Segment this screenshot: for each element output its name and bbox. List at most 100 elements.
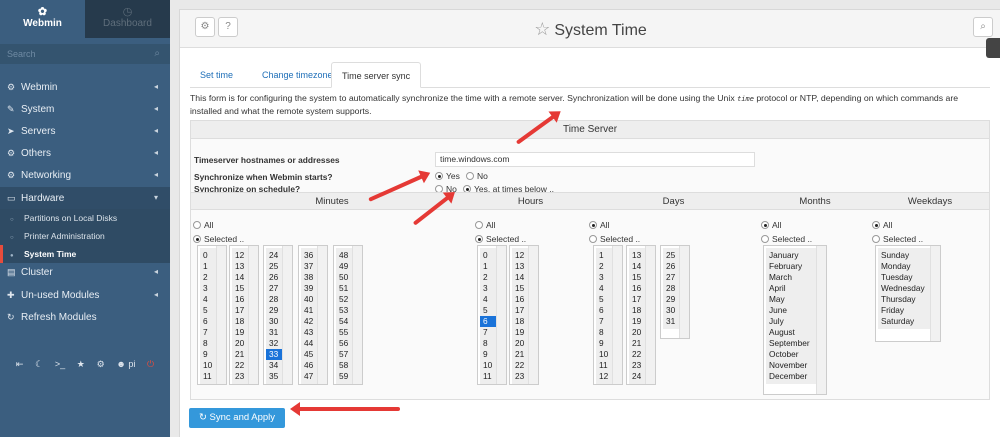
chevron-icon: ◂ [153, 290, 158, 299]
chevron-icon: ◂ [153, 170, 158, 179]
months-list[interactable]: January February March April May June July Augu… [763, 245, 827, 395]
nav-unused-modules[interactable]: ✚ Un-used Modules ◂ [0, 284, 170, 306]
star-icon[interactable]: ☆ [534, 19, 550, 39]
radio-icon [193, 221, 201, 229]
radio-label: Selected .. [600, 234, 641, 244]
days-list[interactable]: 25 26 27 28 29 30 31 [660, 245, 690, 339]
nav-servers[interactable]: ➤ Servers ◂ [0, 120, 170, 142]
scrollbar[interactable] [645, 246, 655, 384]
logout-icon[interactable]: ⏻ [147, 359, 154, 370]
radio-icon [761, 235, 769, 243]
months-all-radio[interactable]: All [761, 220, 781, 230]
days-selected-radio[interactable]: Selected .. [589, 234, 640, 244]
scrollbar[interactable] [352, 246, 362, 384]
settings-icon[interactable]: ⚙ [97, 359, 105, 370]
radio-icon [872, 235, 880, 243]
sync-start-yes-radio[interactable]: Yes [435, 171, 460, 181]
minutes-list[interactable]: 24 25 26 27 28 29 30 31 32 33 34 35 [263, 245, 293, 385]
days-list[interactable]: 1 2 3 4 5 6 7 8 9 10 11 12 [593, 245, 623, 385]
nav-others[interactable]: ⚙ Others ◂ [0, 142, 170, 164]
scrollbar[interactable] [612, 246, 622, 384]
scrollbar[interactable] [528, 246, 538, 384]
radio-label: Selected .. [883, 234, 924, 244]
nav-hardware[interactable]: ▭ Hardware ▾ [0, 187, 170, 209]
dashboard-tab[interactable]: ◷ Dashboard [85, 0, 170, 38]
sync-start-no-radio[interactable]: No [466, 171, 488, 181]
nav-refresh-modules[interactable]: ↻ Refresh Modules [0, 306, 170, 328]
weekdays-header: Weekdays [871, 192, 989, 210]
minutes-list[interactable]: 48 49 50 51 52 53 54 55 56 57 58 59 [333, 245, 363, 385]
nav-cluster[interactable]: ▤ Cluster ◂ [0, 261, 170, 283]
radio-label: All [486, 220, 496, 230]
terminal-icon[interactable]: >_ [55, 359, 65, 369]
tab-change-timezone[interactable]: Change timezone [252, 62, 343, 88]
minutes-list[interactable]: 36 37 38 39 40 41 42 43 44 45 46 47 [298, 245, 328, 385]
months-header: Months [759, 192, 871, 210]
scrollbar[interactable] [216, 246, 226, 384]
nav-networking[interactable]: ⚙ Networking ◂ [0, 164, 170, 186]
search-icon: ⌕ [980, 21, 986, 32]
hours-list[interactable]: 0 1 2 3 4 5 6 7 8 9 10 11 [477, 245, 507, 385]
sub-label: Printer Administration [24, 231, 105, 241]
months-selected-radio[interactable]: Selected .. [761, 234, 812, 244]
days-all-radio[interactable]: All [589, 220, 609, 230]
weekdays-selected-radio[interactable]: Selected .. [872, 234, 923, 244]
chevron-icon: ◂ [153, 148, 158, 157]
star-icon[interactable]: ★ [77, 359, 85, 370]
nav-label: System [21, 104, 55, 115]
scrollbar[interactable] [317, 246, 327, 384]
hours-all-radio[interactable]: All [475, 220, 495, 230]
hours-selected-radio[interactable]: Selected .. [475, 234, 526, 244]
scrollbar[interactable] [930, 246, 940, 341]
timeserver-input[interactable]: time.windows.com [435, 152, 755, 167]
radio-label: All [772, 220, 782, 230]
collapse-icon[interactable]: ⇤ [16, 359, 24, 370]
radio-checked-icon [872, 221, 880, 229]
radio-icon [475, 221, 483, 229]
user-link[interactable]: ☻ pi [116, 359, 135, 369]
weekdays-list[interactable]: Sunday Monday Tuesday Wednesday Thursday Frid… [875, 245, 941, 342]
tab-time-server-sync[interactable]: Time server sync [331, 62, 422, 88]
intro-part: This form is for configuring the system … [190, 93, 738, 103]
radio-label: All [600, 220, 610, 230]
gear-icon: ⚙ [7, 148, 16, 158]
sync-start-label: Synchronize when Webmin starts? [194, 172, 333, 182]
scrollbar[interactable] [282, 246, 292, 384]
webmin-tab[interactable]: ✿ Webmin [0, 0, 85, 38]
minutes-list[interactable]: 12 13 14 15 16 17 18 19 20 21 22 23 [229, 245, 259, 385]
main-panel: ⚙ ? ☆ System Time ⌕ Set time Change timez… [179, 9, 1000, 437]
nav-system[interactable]: ✎ System ◂ [0, 98, 170, 120]
weekdays-all-radio[interactable]: All [872, 220, 892, 230]
webmin-logo-icon: ✿ [37, 6, 48, 18]
nav-webmin[interactable]: ⚙ Webmin ◂ [0, 76, 170, 98]
minutes-selected-radio[interactable]: Selected .. [193, 234, 244, 244]
chevron-icon: ◂ [153, 104, 158, 113]
sidebar-item-printer[interactable]: ○ Printer Administration [0, 227, 170, 245]
radio-checked-icon [589, 221, 597, 229]
tab-bar: Set time Change timezone Time server syn… [190, 62, 990, 88]
radio-label: Yes [446, 171, 460, 181]
chat-toggle-icon[interactable] [986, 38, 1000, 58]
sidebar-item-partitions[interactable]: ○ Partitions on Local Disks [0, 209, 170, 227]
tab-set-time[interactable]: Set time [190, 62, 243, 88]
scrollbar[interactable] [248, 246, 258, 384]
wrench-icon: ✎ [7, 104, 15, 114]
moon-icon[interactable]: ☾ [35, 359, 43, 370]
minutes-list[interactable]: 0 1 2 3 4 5 6 7 8 9 10 11 [197, 245, 227, 385]
scrollbar[interactable] [679, 246, 689, 338]
radio-icon [589, 235, 597, 243]
sync-and-apply-button[interactable]: ↻ Sync and Apply [189, 408, 285, 428]
nav-label: Networking [21, 170, 72, 181]
search-placeholder: Search [7, 49, 36, 59]
days-list[interactable]: 13 14 15 16 17 18 19 20 21 22 23 24 [626, 245, 656, 385]
rocket-icon: ➤ [7, 126, 15, 136]
radio-label: Selected .. [772, 234, 813, 244]
sidebar-search-input[interactable]: Search ⌕ [0, 44, 170, 64]
minutes-all-radio[interactable]: All [193, 220, 213, 230]
user-name: pi [128, 359, 136, 369]
scrollbar[interactable] [816, 246, 826, 394]
dashboard-icon: ◷ [122, 6, 133, 18]
hours-list[interactable]: 12 13 14 15 16 17 18 19 20 21 22 23 [509, 245, 539, 385]
search-button[interactable]: ⌕ [973, 17, 993, 37]
scrollbar[interactable] [496, 246, 506, 384]
